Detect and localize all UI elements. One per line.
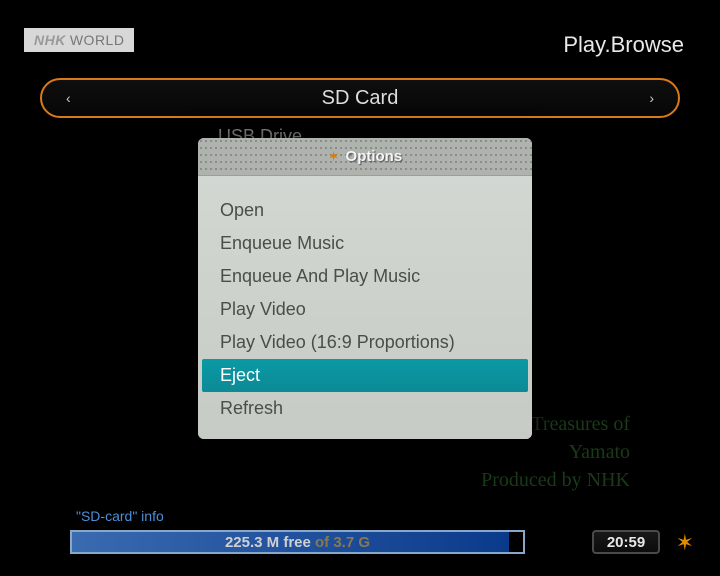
activity-icon: ✶ [676,530,694,556]
device-selector[interactable]: ‹ SD Card › [40,78,680,118]
storage-text: 225.3 M free of 3.7 G [225,534,370,551]
storage-total-text: of 3.7 G [311,534,370,551]
channel-logo: NHKWORLD [24,28,134,52]
storage-free-text: 225.3 M free [225,534,311,551]
bg-producer: Produced by NHK [458,466,630,494]
storage-info-label: "SD-card" info [76,508,164,524]
logo-nhk-text: NHK [34,32,66,48]
next-device-arrow[interactable]: › [649,90,654,106]
options-icon: ✶ [328,148,340,165]
prev-device-arrow[interactable]: ‹ [66,90,71,106]
clock: 20:59 [592,530,660,554]
menu-item-play-video[interactable]: Play Video [198,293,532,326]
menu-item-eject[interactable]: Eject [202,359,528,392]
bg-title-line2: Yamato [458,438,630,466]
dialog-header: ✶ Options [198,138,532,176]
menu-item-open[interactable]: Open [198,194,532,227]
device-label: SD Card [322,87,399,110]
options-menu: Open Enqueue Music Enqueue And Play Musi… [198,176,532,439]
menu-item-play-video-169[interactable]: Play Video (16:9 Proportions) [198,326,532,359]
logo-world-text: WORLD [70,32,125,48]
storage-progress-bar: 225.3 M free of 3.7 G [70,530,525,554]
dialog-title: Options [346,148,403,165]
menu-item-enqueue-music[interactable]: Enqueue Music [198,227,532,260]
menu-item-refresh[interactable]: Refresh [198,392,532,425]
options-dialog: ✶ Options Open Enqueue Music Enqueue And… [198,138,532,439]
menu-item-enqueue-play-music[interactable]: Enqueue And Play Music [198,260,532,293]
app-title: Play.Browse [563,32,684,58]
